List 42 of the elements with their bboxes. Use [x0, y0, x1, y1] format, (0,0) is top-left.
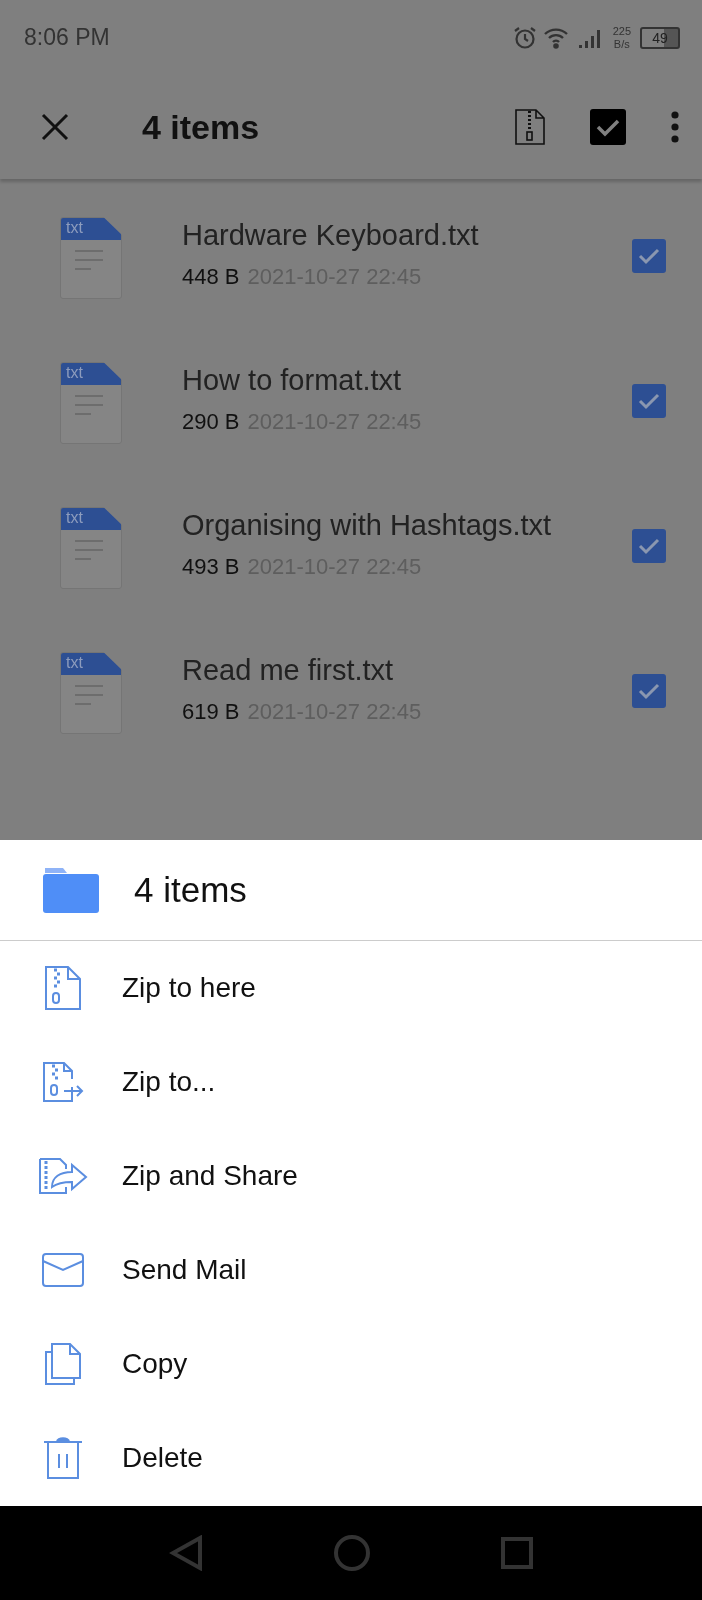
- copy-icon: [44, 1342, 82, 1386]
- file-name: How to format.txt: [182, 364, 403, 397]
- file-name: Read me first.txt: [182, 654, 395, 687]
- file-size: 493 B: [182, 554, 240, 580]
- checkbox[interactable]: [632, 674, 666, 708]
- home-icon[interactable]: [333, 1534, 371, 1572]
- zip-file-icon[interactable]: [514, 108, 546, 146]
- recents-icon[interactable]: [501, 1537, 533, 1569]
- text-file-icon: txt: [60, 507, 122, 589]
- mail-icon: [42, 1253, 84, 1287]
- checkbox[interactable]: [632, 529, 666, 563]
- file-size: 619 B: [182, 699, 240, 725]
- network-speed: 225: [612, 24, 631, 38]
- status-time: 8:06 PM: [24, 24, 110, 51]
- zip-export-icon: [42, 1061, 84, 1103]
- speed-unit: B/s: [613, 37, 630, 51]
- text-file-icon: txt: [60, 652, 122, 734]
- zip-share-icon: [38, 1157, 88, 1195]
- file-size: 290 B: [182, 409, 240, 435]
- selection-count: 4 items: [142, 107, 261, 147]
- menu-item[interactable]: Delete: [0, 1411, 702, 1505]
- menu-item[interactable]: Zip to...: [0, 1035, 702, 1129]
- file-name: Organising with Hashtags.txt: [182, 509, 553, 542]
- menu-item[interactable]: Copy: [0, 1317, 702, 1411]
- file-size: 448 B: [182, 264, 240, 290]
- file-name: Hardware Keyboard.txt: [182, 219, 480, 252]
- folder-icon: [42, 866, 100, 914]
- text-file-icon: txt: [60, 217, 122, 299]
- checkbox[interactable]: [632, 384, 666, 418]
- zip-file-icon: [44, 965, 82, 1011]
- sheet-title: 4 items: [134, 870, 247, 910]
- menu-item[interactable]: Zip and Share: [0, 1129, 702, 1223]
- close-icon[interactable]: [40, 112, 70, 142]
- more-icon[interactable]: [670, 111, 680, 143]
- menu-item[interactable]: Send Mail: [0, 1223, 702, 1317]
- text-file-icon: txt: [60, 362, 122, 444]
- back-icon[interactable]: [169, 1535, 203, 1571]
- delete-icon: [43, 1436, 83, 1480]
- checkbox[interactable]: [632, 239, 666, 273]
- select-all-icon[interactable]: [590, 109, 626, 145]
- menu-item[interactable]: Zip to here: [0, 941, 702, 1035]
- battery-icon: 49: [640, 26, 680, 49]
